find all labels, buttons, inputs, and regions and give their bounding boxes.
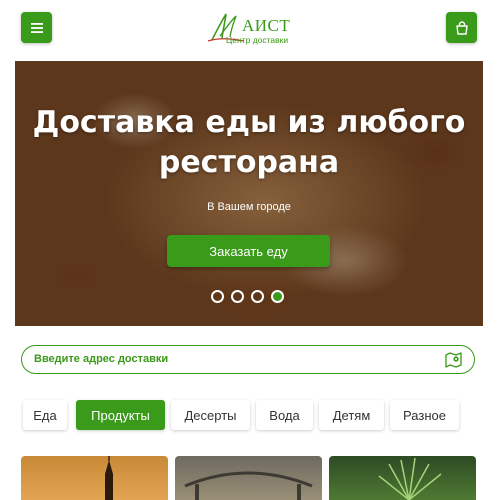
tab-desserts[interactable]: Десерты xyxy=(171,400,250,430)
hamburger-icon xyxy=(30,22,43,33)
pine-needles-image xyxy=(378,457,442,500)
card-image-3[interactable] xyxy=(329,456,476,500)
hero-subtitle: В Вашем городе xyxy=(207,201,291,213)
pavilion-image xyxy=(184,471,313,500)
menu-button[interactable] xyxy=(21,12,52,43)
logo[interactable]: АИСТ Центр доставки xyxy=(206,10,296,46)
map-pin-icon[interactable] xyxy=(445,351,462,369)
slider-dot-4[interactable] xyxy=(271,290,284,303)
address-input[interactable]: Введите адрес доставки xyxy=(21,345,475,374)
slider-dot-2[interactable] xyxy=(231,290,244,303)
hero-title: Доставка еды из любого ресторана xyxy=(15,103,483,183)
tab-products[interactable]: Продукты xyxy=(76,400,165,430)
tab-food[interactable]: Еда xyxy=(23,400,67,430)
cart-button[interactable] xyxy=(446,12,477,43)
tab-kids[interactable]: Детям xyxy=(319,400,384,430)
tab-water[interactable]: Вода xyxy=(256,400,313,430)
hero-banner: Доставка еды из любого ресторана В Вашем… xyxy=(15,61,483,326)
shopping-bag-icon xyxy=(455,20,468,35)
logo-subtitle: Центр доставки xyxy=(226,35,289,45)
header: АИСТ Центр доставки xyxy=(0,0,500,58)
order-food-button[interactable]: Заказать еду xyxy=(167,235,330,267)
hero-title-line1: Доставка еды из любого xyxy=(32,105,466,140)
slider-dots xyxy=(211,290,284,303)
logo-title: АИСТ xyxy=(242,16,291,35)
tab-misc[interactable]: Разное xyxy=(390,400,459,430)
slider-dot-1[interactable] xyxy=(211,290,224,303)
card-image-1[interactable] xyxy=(21,456,168,500)
hero-title-line2: ресторана xyxy=(158,145,340,180)
card-image-2[interactable] xyxy=(175,456,322,500)
tower-silhouette-image xyxy=(105,456,113,500)
address-placeholder: Введите адрес доставки xyxy=(34,353,169,365)
slider-dot-3[interactable] xyxy=(251,290,264,303)
